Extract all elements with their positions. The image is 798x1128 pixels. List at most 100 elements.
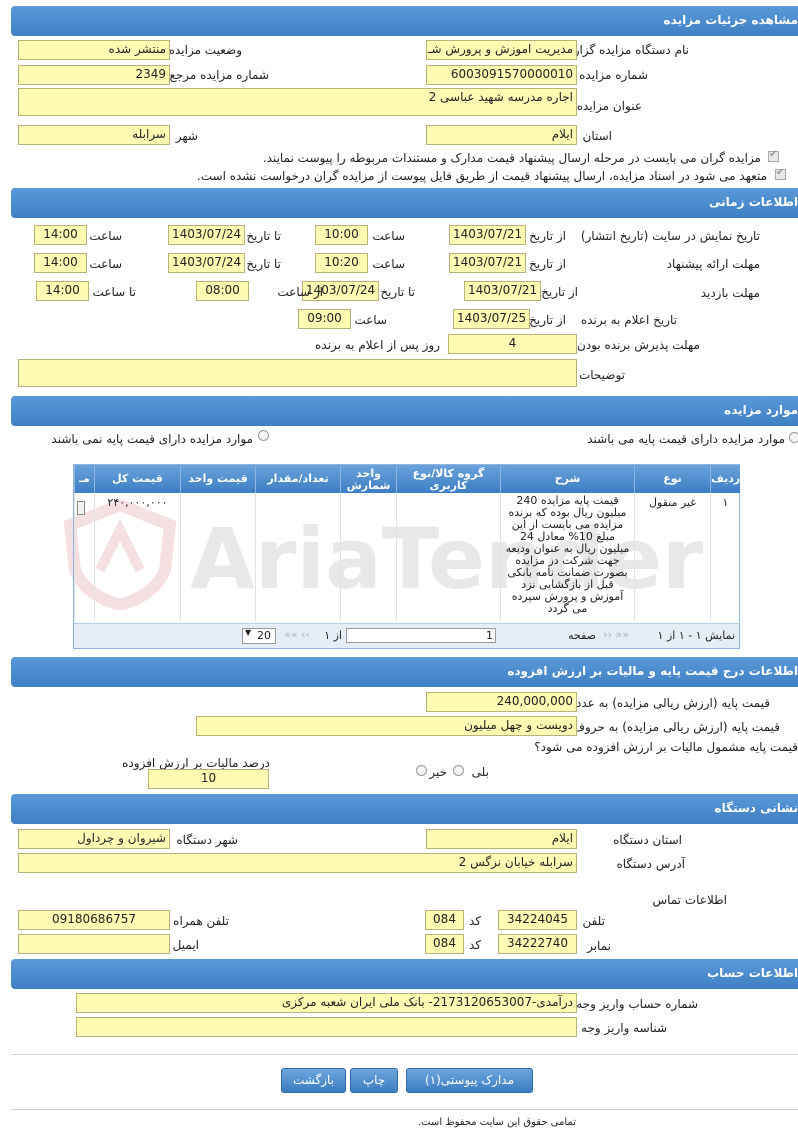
phone-code-field[interactable]: 084 bbox=[425, 910, 464, 930]
section-header-timing: اطلاعات زمانی bbox=[11, 188, 798, 218]
title-field[interactable]: اجاره مدرسه شهید عباسی 2 bbox=[18, 88, 577, 116]
contact-info-label: اطلاعات تماس bbox=[652, 893, 727, 907]
without-base-price-radio[interactable] bbox=[258, 430, 269, 441]
fax-field[interactable]: 34222740 bbox=[498, 934, 577, 954]
winner-accept-label: مهلت پذیرش برنده بودن bbox=[577, 338, 700, 352]
to-date-label: تا تاریخ bbox=[246, 229, 281, 243]
print-button[interactable]: چاپ bbox=[350, 1068, 398, 1093]
winner-announce-date[interactable]: 1403/07/25 bbox=[453, 309, 530, 329]
status-field[interactable]: منتشر شده bbox=[18, 40, 170, 60]
offer-to-date[interactable]: 1403/07/24 bbox=[168, 253, 245, 273]
pager-page-input[interactable]: 1 bbox=[346, 628, 496, 643]
section-title: اطلاعات حساب bbox=[707, 966, 798, 980]
back-button[interactable]: بازگشت bbox=[281, 1068, 346, 1093]
ref-number-label: شماره مزایده مرجع bbox=[169, 68, 269, 82]
col-unit-price-header: قیمت واحد bbox=[180, 465, 255, 493]
phone-field[interactable]: 34224045 bbox=[498, 910, 577, 930]
publish-date-label: تاریخ نمایش در سایت (تاریخ انتشار) bbox=[580, 229, 760, 243]
winner-announce-label: تاریخ اعلام به برنده bbox=[580, 313, 677, 327]
province-field[interactable]: ایلام bbox=[426, 125, 577, 145]
offer-from-time[interactable]: 10:20 bbox=[315, 253, 368, 273]
footer: تمامی حقوق این سایت محفوظ است. bbox=[11, 1109, 798, 1128]
ref-number-field[interactable]: 2349 bbox=[18, 65, 170, 85]
email-field[interactable] bbox=[18, 934, 170, 954]
with-base-price-radio[interactable] bbox=[789, 432, 798, 443]
fax-label: نمابر bbox=[587, 939, 611, 953]
pager-page-label: صفحه bbox=[568, 629, 596, 642]
fax-code-field[interactable]: 084 bbox=[425, 934, 464, 954]
pager-first-prev-icon[interactable]: «« ‹‹ bbox=[603, 628, 629, 641]
visit-from-date[interactable]: 1403/07/21 bbox=[464, 281, 541, 301]
mobile-field[interactable]: 09180686757 bbox=[18, 910, 170, 930]
publish-to-date[interactable]: 1403/07/24 bbox=[168, 225, 245, 245]
payment-id-field[interactable] bbox=[76, 1017, 577, 1037]
row-action-button[interactable] bbox=[77, 501, 85, 515]
section-title: نشانی دستگاه bbox=[714, 801, 798, 815]
pager-of: از ١ bbox=[324, 629, 342, 642]
publish-to-time[interactable]: 14:00 bbox=[34, 225, 87, 245]
col-more-header: مـ bbox=[74, 465, 94, 493]
row-total-cell: ۲۴۰,۰۰۰,۰۰۰ bbox=[94, 493, 180, 621]
section-title: اطلاعات درج قیمت پایه و مالیات بر ارزش ا… bbox=[507, 664, 798, 678]
visit-from-time[interactable]: 08:00 bbox=[196, 281, 249, 301]
section-title: مشاهده جزئیات مزایده bbox=[663, 13, 798, 27]
row-type-cell: غیر منقول bbox=[634, 493, 710, 621]
email-label: ایمیل bbox=[172, 938, 199, 952]
attach-docs-checkbox[interactable] bbox=[768, 149, 779, 162]
col-type-header: نوع bbox=[634, 465, 710, 493]
col-desc-header: شرح bbox=[500, 465, 634, 493]
offer-to-time[interactable]: 14:00 bbox=[34, 253, 87, 273]
from-date-label: از تاریخ bbox=[541, 285, 578, 299]
row-number-cell: ١ bbox=[710, 493, 740, 621]
description-field[interactable] bbox=[18, 359, 577, 387]
visit-to-time[interactable]: 14:00 bbox=[36, 281, 89, 301]
publish-from-time[interactable]: 10:00 bbox=[315, 225, 368, 245]
org-city-label: شهر دستگاه bbox=[176, 833, 238, 847]
org-field[interactable]: مدیریت اموزش و پرورش شـ bbox=[426, 40, 577, 60]
fax-code-label: کد bbox=[468, 938, 481, 952]
vat-no-radio[interactable] bbox=[416, 765, 427, 776]
winner-announce-time[interactable]: 09:00 bbox=[298, 309, 351, 329]
col-total-header: قیمت کل bbox=[94, 465, 180, 493]
base-price-text-label: قیمت پایه (ارزش ریالی مزایده) به حروف bbox=[572, 720, 780, 734]
from-date-label: از تاریخ bbox=[529, 257, 566, 271]
no-file-request-checkbox[interactable] bbox=[775, 167, 786, 180]
account-number-field[interactable]: درآمدی-2173120653007- بانک ملی ایران شعب… bbox=[76, 993, 577, 1013]
section-header-items: موارد مزایده bbox=[11, 396, 798, 426]
with-base-price-label: موارد مزایده دارای قیمت پایه می باشند bbox=[587, 432, 785, 446]
city-field[interactable]: سرابله bbox=[18, 125, 170, 145]
province-label: استان bbox=[582, 129, 612, 143]
row-unit-price-cell bbox=[180, 493, 255, 621]
phone-label: تلفن bbox=[582, 914, 605, 928]
offer-from-date[interactable]: 1403/07/21 bbox=[449, 253, 526, 273]
vat-percent-field[interactable]: 10 bbox=[148, 769, 269, 789]
org-city-field[interactable]: شیروان و چرداول bbox=[18, 829, 170, 849]
time-label: ساعت bbox=[89, 229, 122, 243]
section-header-account: اطلاعات حساب bbox=[11, 959, 798, 989]
pager-showing: نمایش ١ - ١ از ١ bbox=[657, 629, 735, 642]
number-field[interactable]: 6003091570000010 bbox=[426, 65, 577, 85]
org-address-field[interactable]: سرابله خیابان نرگس 2 bbox=[18, 853, 577, 873]
attachments-button[interactable]: مدارک پیوستی(١) bbox=[406, 1068, 533, 1093]
to-date-label: تا تاریخ bbox=[380, 285, 415, 299]
vat-question: قیمت پایه مشمول مالیات بر ارزش افزوده می… bbox=[534, 740, 798, 754]
from-date-label: از تاریخ bbox=[529, 229, 566, 243]
winner-accept-days[interactable]: 4 bbox=[448, 334, 577, 354]
account-number-label: شماره حساب واریز وجه bbox=[576, 997, 698, 1011]
vat-yes-radio[interactable] bbox=[453, 765, 464, 776]
status-label: وضعیت مزایده bbox=[168, 43, 242, 57]
col-unit-header: واحد شمارش bbox=[340, 465, 396, 493]
row-group-cell bbox=[396, 493, 500, 621]
base-price-num-field[interactable]: 240,000,000 bbox=[426, 692, 577, 712]
section-title: موارد مزایده bbox=[724, 403, 798, 417]
pager-next-last-icon[interactable]: ›› »» bbox=[284, 628, 310, 641]
description-label: توضیحات bbox=[578, 368, 625, 382]
to-date-label: تا تاریخ bbox=[246, 257, 281, 271]
org-province-field[interactable]: ایلام bbox=[426, 829, 577, 849]
number-label: شماره مزایده bbox=[579, 68, 648, 82]
section-header-details: مشاهده جزئیات مزایده bbox=[11, 6, 798, 36]
org-label: نام دستگاه مزایده گزار bbox=[573, 43, 689, 57]
base-price-text-field[interactable]: دویست و چهل میلیون bbox=[196, 716, 577, 736]
row-desc-cell: قیمت پایه مزایده 240 میلیون ریال بوده که… bbox=[500, 493, 634, 621]
publish-from-date[interactable]: 1403/07/21 bbox=[449, 225, 526, 245]
